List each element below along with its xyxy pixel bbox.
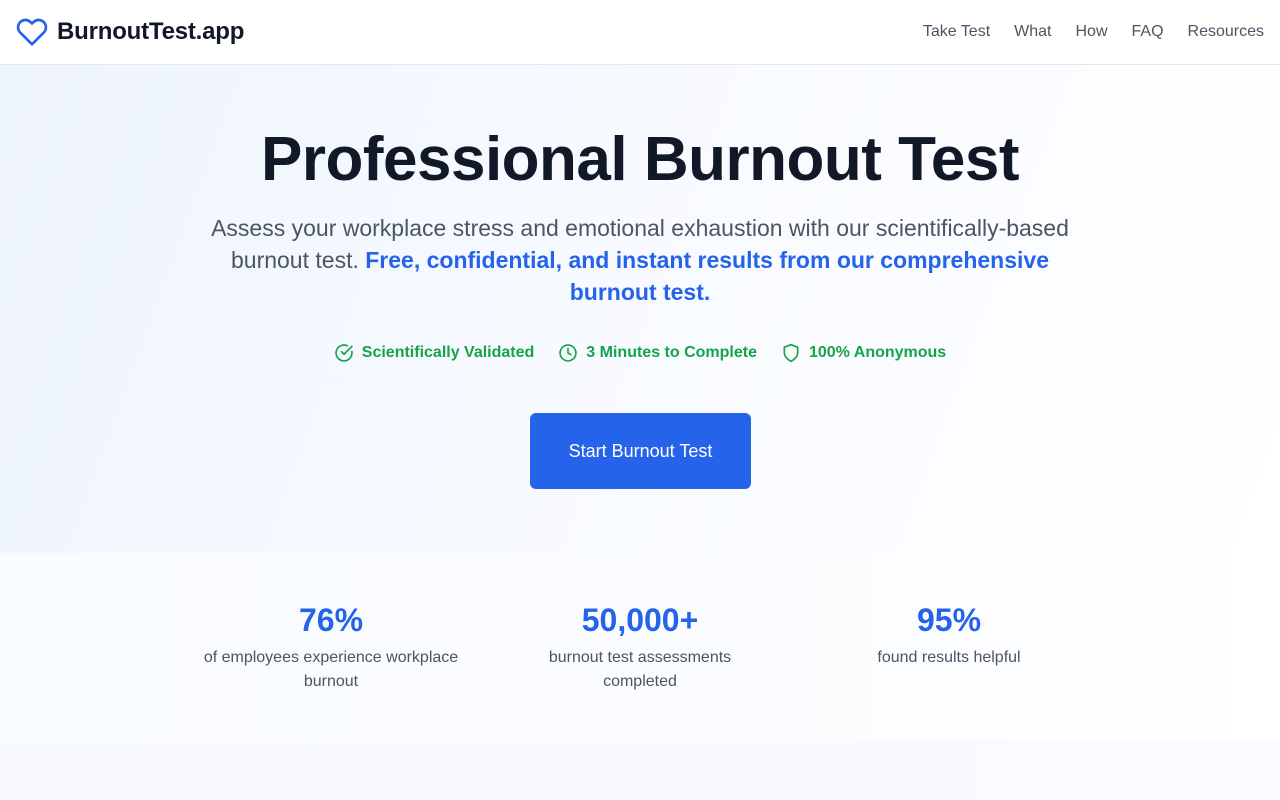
stat-value: 95% bbox=[916, 602, 982, 638]
badge-validated: Scientifically Validated bbox=[334, 343, 535, 363]
badge-duration-label: 3 Minutes to Complete bbox=[586, 344, 757, 361]
hero-highlight: Free, confidential, and instant results … bbox=[365, 247, 1049, 305]
hero-subtitle: Assess your workplace stress and emotion… bbox=[190, 212, 1090, 308]
badge-validated-label: Scientifically Validated bbox=[361, 344, 535, 361]
nav-resources[interactable]: Resources bbox=[1188, 23, 1264, 41]
hero-section: Professional Burnout Test Assess your wo… bbox=[0, 65, 1280, 553]
stat-label: found results helpful bbox=[877, 649, 1021, 666]
stat-value: 50,000+ bbox=[581, 602, 699, 638]
nav-take-test[interactable]: Take Test bbox=[923, 23, 990, 41]
stat-value: 76% bbox=[298, 602, 364, 638]
clock-icon bbox=[559, 344, 578, 362]
badge-anonymous: 100% Anonymous bbox=[781, 343, 946, 363]
stat-assessments: 50,000+ burnout test assessments complet… bbox=[490, 600, 790, 694]
brand-name: BurnoutTest.app bbox=[57, 18, 245, 45]
hero-title: Professional Burnout Test bbox=[261, 125, 1020, 194]
stat-helpful: 95% found results helpful bbox=[799, 600, 1099, 670]
badge-duration: 3 Minutes to Complete bbox=[558, 343, 757, 363]
next-section-edge bbox=[0, 741, 1280, 800]
brand-logo-link[interactable]: BurnoutTest.app bbox=[16, 16, 244, 48]
main-nav: Take Test What How FAQ Resources bbox=[923, 0, 1264, 64]
stat-burnout-rate: 76% of employees experience workplace bu… bbox=[181, 600, 481, 694]
nav-what[interactable]: What bbox=[1014, 23, 1051, 41]
feature-badges: Scientifically Validated 3 Minutes to Co… bbox=[0, 341, 1280, 365]
stats-section: 76% of employees experience workplace bu… bbox=[0, 553, 1280, 741]
site-header: BurnoutTest.app Take Test What How FAQ R… bbox=[0, 0, 1280, 65]
nav-how[interactable]: How bbox=[1075, 23, 1107, 41]
start-test-button[interactable]: Start Burnout Test bbox=[530, 413, 751, 489]
nav-faq[interactable]: FAQ bbox=[1132, 23, 1164, 41]
badge-anonymous-label: 100% Anonymous bbox=[808, 344, 947, 361]
stat-label: of employees experience workplace burnou… bbox=[203, 649, 459, 690]
heart-icon bbox=[16, 18, 48, 46]
check-circle-icon bbox=[335, 344, 353, 362]
stat-label: burnout test assessments completed bbox=[548, 649, 732, 690]
shield-icon bbox=[783, 343, 799, 363]
